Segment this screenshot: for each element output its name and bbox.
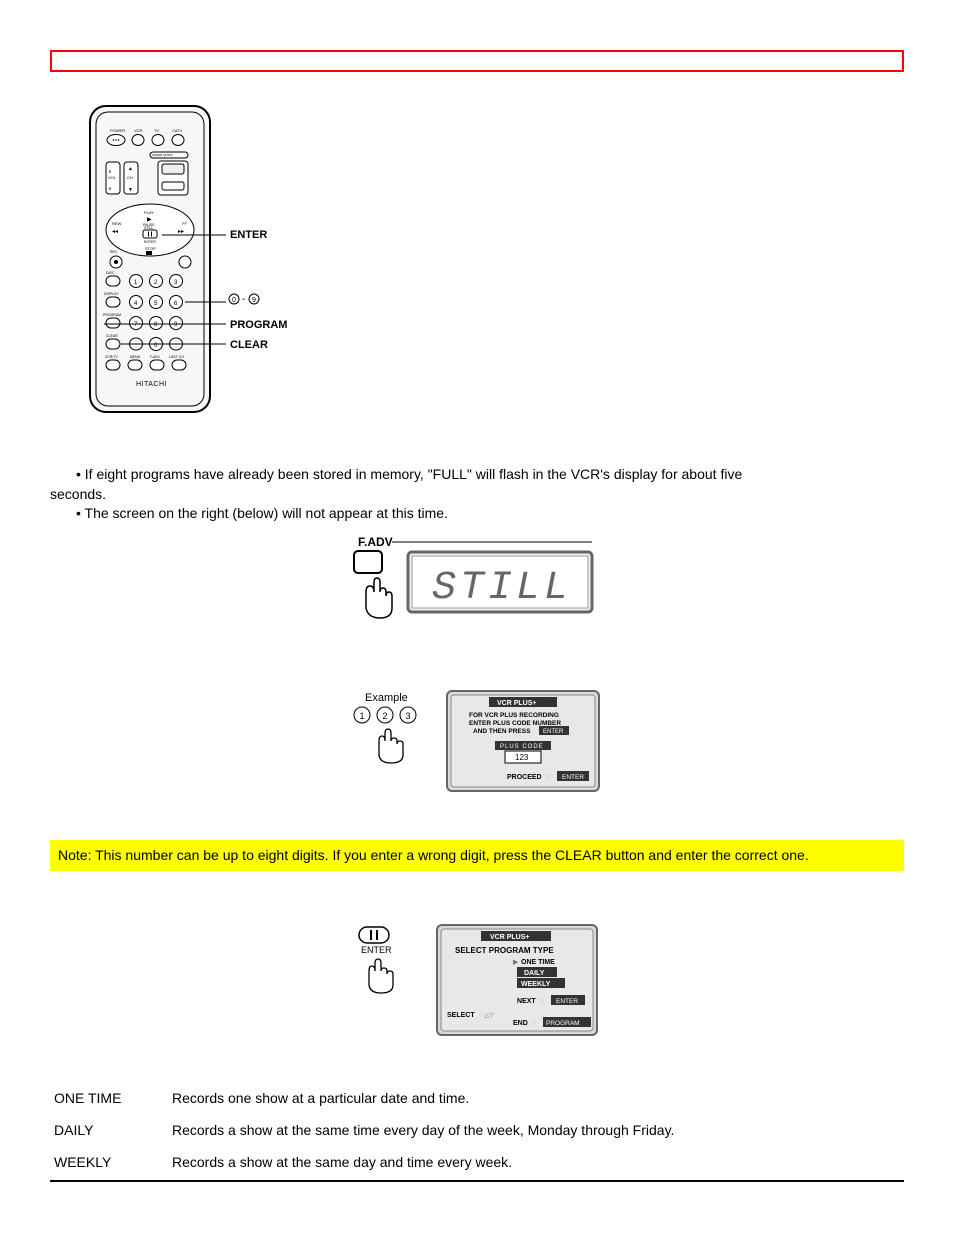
note-text: Note: This number can be up to eight dig… <box>58 847 809 863</box>
svg-text:STOP: STOP <box>145 246 156 251</box>
def-term: WEEKLY <box>50 1148 168 1181</box>
svg-text:☞: ☞ <box>545 775 550 781</box>
svg-text:ONE TIME: ONE TIME <box>521 959 555 966</box>
svg-text:123: 123 <box>515 753 529 762</box>
table-row: DAILY Records a show at the same time ev… <box>50 1116 904 1148</box>
svg-text:NEXT: NEXT <box>517 998 536 1005</box>
svg-text:MENU: MENU <box>130 355 141 359</box>
def-desc: Records one show at a particular date an… <box>168 1084 904 1116</box>
svg-text:SELECT: SELECT <box>447 1012 475 1019</box>
svg-text:▲: ▲ <box>128 166 133 172</box>
notes-bullets: If eight programs have already been stor… <box>50 465 904 524</box>
svg-text:2: 2 <box>383 711 388 721</box>
svg-text:◂◂: ◂◂ <box>112 229 118 235</box>
svg-text:☞: ☞ <box>539 999 544 1005</box>
def-term: DAILY <box>50 1116 168 1148</box>
svg-text:STILL: STILL <box>432 566 572 611</box>
table-row: ONE TIME Records one show at a particula… <box>50 1084 904 1116</box>
svg-text:F.ADV: F.ADV <box>358 535 393 549</box>
svg-text:-: - <box>242 294 245 305</box>
svg-text:HITACHI: HITACHI <box>136 381 167 388</box>
svg-text:CLEAR: CLEAR <box>106 334 118 338</box>
svg-text:ENTER: ENTER <box>144 240 156 244</box>
svg-text:AND THEN PRESS: AND THEN PRESS <box>473 728 531 735</box>
svg-text:ENTER: ENTER <box>361 945 392 955</box>
svg-text:VOL: VOL <box>108 175 117 180</box>
def-desc: Records a show at the same time every da… <box>168 1116 904 1148</box>
svg-text:9: 9 <box>252 297 256 304</box>
svg-text:LAST CH: LAST CH <box>169 355 184 359</box>
svg-text:▼: ▼ <box>128 187 133 193</box>
svg-text:☞: ☞ <box>531 1021 536 1027</box>
svg-text:VCR PLUS+: VCR PLUS+ <box>497 700 536 707</box>
svg-text:STILL: STILL <box>144 226 153 230</box>
yellow-note: Note: This number can be up to eight dig… <box>50 840 904 872</box>
bullet-text-cont: seconds. <box>50 486 106 502</box>
pluscode-figure: Example 1 2 3 VCR PLUS+ FOR VCR PLUS REC… <box>50 687 904 800</box>
svg-text:DISC: DISC <box>106 271 115 275</box>
svg-text:3: 3 <box>406 711 411 721</box>
remote-svg: POWER VCR TV CATV SUPER QUICK ∧ VOL ∨ ▲ … <box>70 102 350 422</box>
bullet-text: The screen on the right (below) will not… <box>85 505 448 521</box>
svg-text:VCR/TV: VCR/TV <box>105 355 119 359</box>
svg-text:F.ADV: F.ADV <box>150 355 161 359</box>
svg-text:DAILY: DAILY <box>524 970 545 977</box>
program-type-definitions: ONE TIME Records one show at a particula… <box>50 1084 904 1182</box>
svg-text:TV: TV <box>154 128 159 133</box>
fadv-figure: F.ADV STILL <box>50 534 904 647</box>
svg-text:FOR VCR PLUS RECORDING: FOR VCR PLUS RECORDING <box>469 712 559 719</box>
svg-text:VCR PLUS+: VCR PLUS+ <box>490 934 529 941</box>
svg-text:▸▸: ▸▸ <box>178 229 184 235</box>
table-row: WEEKLY Records a show at the same day an… <box>50 1148 904 1181</box>
svg-text:ENTER: ENTER <box>562 774 584 781</box>
callout-clear: CLEAR <box>230 339 268 351</box>
remote-illustration: POWER VCR TV CATV SUPER QUICK ∧ VOL ∨ ▲ … <box>70 102 904 425</box>
svg-text:CATV: CATV <box>172 128 183 133</box>
svg-text:PROGRAM: PROGRAM <box>103 313 121 317</box>
svg-text:ENTER: ENTER <box>543 729 564 735</box>
red-header-bar <box>50 50 904 72</box>
svg-text:PROCEED: PROCEED <box>507 774 542 781</box>
svg-text:DISPLAY: DISPLAY <box>104 292 119 296</box>
svg-text:ENTER PLUS CODE NUMBER: ENTER PLUS CODE NUMBER <box>469 720 561 727</box>
svg-text:▶: ▶ <box>513 959 519 966</box>
svg-text:FF: FF <box>182 221 187 226</box>
svg-text:1: 1 <box>360 711 365 721</box>
svg-text:Example: Example <box>365 692 408 704</box>
def-desc: Records a show at the same day and time … <box>168 1148 904 1181</box>
svg-text:WEEKLY: WEEKLY <box>521 981 551 988</box>
svg-text:☞△▽: ☞△▽ <box>479 1013 494 1019</box>
svg-text:END: END <box>513 1020 528 1027</box>
svg-text:PLAY: PLAY <box>144 210 154 215</box>
svg-text:SELECT PROGRAM TYPE: SELECT PROGRAM TYPE <box>455 946 554 955</box>
progtype-figure: ENTER VCR PLUS+ SELECT PROGRAM TYPE ▶ ON… <box>50 921 904 1044</box>
svg-text:∨: ∨ <box>108 186 112 192</box>
def-term: ONE TIME <box>50 1084 168 1116</box>
svg-text:PROGRAM: PROGRAM <box>546 1020 580 1027</box>
svg-text:ENTER: ENTER <box>556 998 578 1005</box>
svg-text:0: 0 <box>232 297 236 304</box>
svg-text:REC: REC <box>110 250 118 254</box>
svg-text:SUPER QUICK: SUPER QUICK <box>152 153 173 157</box>
svg-text:POWER: POWER <box>110 128 125 133</box>
svg-text:CH: CH <box>127 175 133 180</box>
bullet-text: If eight programs have already been stor… <box>85 466 742 482</box>
callout-enter: ENTER <box>230 229 267 241</box>
callout-program: PROGRAM <box>230 319 287 331</box>
svg-text:REW: REW <box>112 221 122 226</box>
svg-text:PLUS CODE: PLUS CODE <box>500 744 544 750</box>
svg-text:VCR: VCR <box>134 128 143 133</box>
